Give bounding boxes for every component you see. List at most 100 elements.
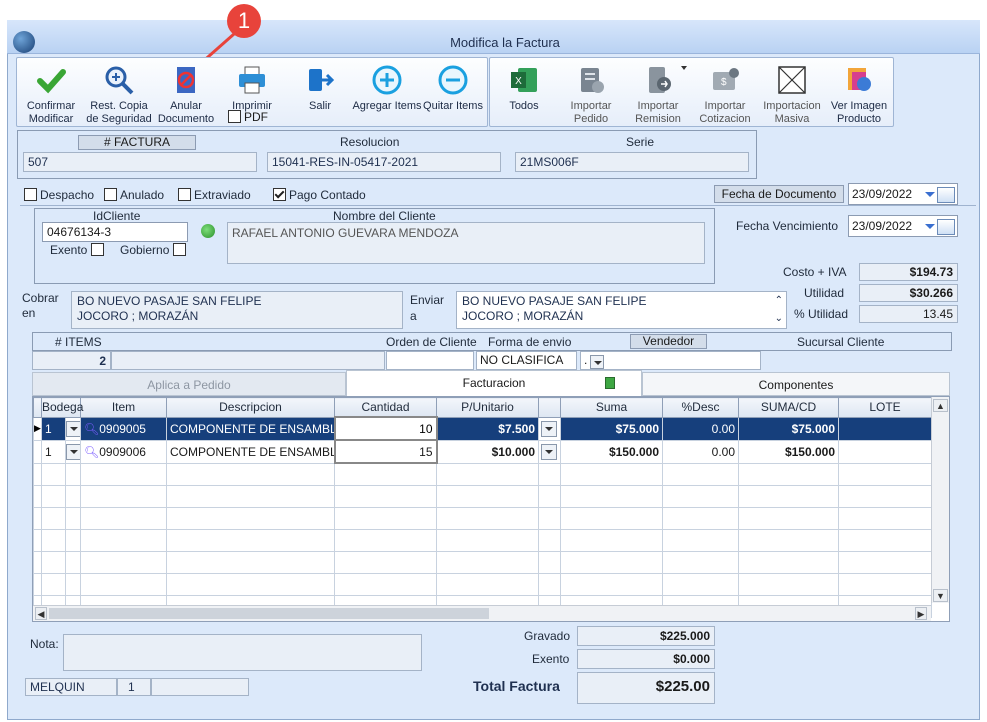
column-header-suma-cd[interactable]: SUMA/CD — [738, 397, 839, 418]
scroll-up-icon[interactable]: ▲ — [933, 399, 948, 412]
exempt-checkbox[interactable] — [90, 243, 104, 256]
resolution-field[interactable]: 15041-RES-IN-05417-2021 — [267, 152, 501, 172]
table-row[interactable]: ▶ 1 🔍︎0909005 COMPONENTE DE ENSAMBL 10 $… — [33, 416, 932, 441]
import-order-button[interactable]: Importar Pedido — [556, 64, 626, 126]
document-date-picker[interactable]: 23/09/2022 — [848, 183, 958, 205]
price-dropdown[interactable] — [538, 416, 561, 441]
cell-item[interactable]: 🔍︎0909006 — [80, 439, 167, 464]
cell-unit-price[interactable]: $7.500 — [436, 416, 539, 441]
calendar-icon[interactable] — [937, 219, 955, 235]
divider — [20, 205, 976, 206]
cell-lot[interactable] — [838, 416, 932, 441]
scroll-up-icon[interactable]: ⌃ — [775, 293, 783, 308]
client-id-input[interactable]: 04676134-3 — [42, 222, 188, 242]
magnifier-plus-icon — [105, 66, 134, 95]
pdf-option[interactable]: PDF — [228, 110, 268, 124]
voided-checkbox[interactable] — [104, 188, 117, 201]
vertical-scrollbar[interactable]: ▲ ▼ — [931, 397, 949, 603]
chevron-down-icon[interactable] — [925, 224, 935, 229]
client-order-input[interactable] — [386, 351, 474, 370]
client-name-field[interactable]: RAFAEL ANTONIO GUEVARA MENDOZA — [227, 222, 705, 264]
add-items-button[interactable]: Agregar Items — [352, 64, 422, 113]
cell-sum-cd: $75.000 — [738, 416, 839, 441]
restore-backup-button[interactable]: Rest. Copia de Seguridad — [84, 64, 154, 126]
search-icon[interactable]: 🔍︎ — [84, 422, 99, 436]
scroll-down-icon[interactable]: ▼ — [933, 589, 948, 602]
confirm-button[interactable]: Confirmar Modificar — [16, 64, 86, 126]
due-date-label: Fecha Vencimiento — [736, 219, 839, 233]
verify-check-icon[interactable] — [201, 224, 215, 238]
dispatch-option[interactable]: Despacho — [24, 188, 94, 202]
due-date-picker[interactable]: 23/09/2022 — [848, 215, 958, 237]
column-header-descripcion[interactable]: Descripcion — [166, 397, 335, 418]
voided-option[interactable]: Anulado — [104, 188, 164, 202]
ship-to-address[interactable]: BO NUEVO PASAJE SAN FELIPE JOCORO ; MORA… — [456, 291, 787, 329]
horizontal-scrollbar[interactable]: ◀ ▶ — [33, 605, 931, 621]
cell-discount[interactable]: 0.00 — [662, 439, 739, 464]
chevron-down-icon[interactable] — [541, 420, 557, 437]
void-document-button[interactable]: Anular Documento — [151, 64, 221, 126]
column-header-descuento[interactable]: %Desc — [662, 397, 739, 418]
bodega-dropdown[interactable] — [65, 439, 81, 464]
lost-option[interactable]: Extraviado — [178, 188, 251, 202]
column-header-bodega[interactable]: Bodega — [41, 397, 83, 418]
cash-payment-checkbox[interactable] — [273, 188, 286, 201]
lost-label: Extraviado — [194, 188, 251, 202]
cell-description[interactable]: COMPONENTE DE ENSAMBL — [166, 416, 335, 441]
column-header-lote[interactable]: LOTE — [838, 397, 932, 418]
tab-apply-order[interactable]: Aplica a Pedido — [32, 372, 346, 396]
cell-bodega[interactable]: 1 — [41, 439, 66, 464]
scroll-right-icon[interactable]: ▶ — [915, 607, 927, 620]
cell-bodega[interactable]: 1 — [41, 416, 66, 441]
calendar-icon[interactable] — [937, 187, 955, 203]
mass-import-button[interactable]: Importacion Masiva — [757, 64, 827, 126]
bodega-dropdown[interactable] — [65, 416, 81, 441]
import-remission-button[interactable]: Importar Remision — [623, 64, 693, 126]
empty-row — [33, 529, 932, 552]
lost-checkbox[interactable] — [178, 188, 191, 201]
cell-quantity[interactable]: 10 — [333, 416, 438, 441]
series-field[interactable]: 21MS006F — [515, 152, 749, 172]
chevron-down-icon[interactable] — [66, 443, 80, 460]
table-row[interactable]: 1 🔍︎0909006 COMPONENTE DE ENSAMBL 15 $10… — [33, 439, 932, 464]
remove-items-button[interactable]: Quitar Items — [418, 64, 488, 113]
chevron-down-icon[interactable] — [589, 354, 604, 369]
export-all-button[interactable]: X Todos — [489, 64, 559, 113]
cash-payment-option[interactable]: Pago Contado — [273, 188, 366, 202]
pdf-checkbox[interactable] — [228, 110, 241, 123]
print-button[interactable]: Imprimir — [217, 64, 287, 113]
chevron-down-icon[interactable] — [541, 443, 557, 460]
salesperson-select[interactable]: . — [580, 351, 761, 370]
cell-item[interactable]: 🔍︎0909005 — [80, 416, 167, 441]
column-header-cantidad[interactable]: Cantidad — [334, 397, 437, 418]
column-header-suma[interactable]: Suma — [560, 397, 663, 418]
exit-button[interactable]: Salir — [285, 64, 355, 113]
scroll-down-icon[interactable]: ⌄ — [775, 311, 783, 326]
bill-to-address[interactable]: BO NUEVO PASAJE SAN FELIPE JOCORO ; MORA… — [71, 291, 403, 329]
note-field[interactable] — [63, 634, 422, 671]
scroll-left-icon[interactable]: ◀ — [35, 607, 47, 620]
chevron-down-icon[interactable] — [925, 192, 935, 197]
view-image-button[interactable]: Ver Imagen Producto — [824, 64, 894, 126]
government-checkbox[interactable] — [172, 243, 186, 256]
column-header-item[interactable]: Item — [80, 397, 167, 418]
price-dropdown[interactable] — [538, 439, 561, 464]
search-icon[interactable]: 🔍︎ — [84, 445, 99, 459]
chevron-down-icon[interactable] — [66, 420, 80, 437]
import-quote-button[interactable]: $ Importar Cotizacion — [690, 64, 760, 126]
cell-unit-price[interactable]: $10.000 — [436, 439, 539, 464]
cell-discount[interactable]: 0.00 — [662, 416, 739, 441]
government-option[interactable]: Gobierno — [120, 243, 189, 257]
cell-lot[interactable] — [838, 439, 932, 464]
exempt-option[interactable]: Exento — [50, 243, 107, 257]
tab-components[interactable]: Componentes — [642, 372, 950, 396]
scroll-thumb[interactable] — [49, 608, 489, 619]
cell-quantity[interactable]: 15 — [333, 439, 438, 464]
column-header-precio[interactable]: P/Unitario — [436, 397, 539, 418]
tab-billing[interactable]: Facturacion — [346, 370, 642, 396]
invoice-number-field[interactable]: 507 — [23, 152, 257, 172]
cell-description[interactable]: COMPONENTE DE ENSAMBL — [166, 439, 335, 464]
remission-dropdown-icon[interactable] — [681, 66, 687, 70]
dispatch-checkbox[interactable] — [24, 188, 37, 201]
shipping-method-select[interactable]: NO CLASIFICA — [476, 351, 577, 370]
